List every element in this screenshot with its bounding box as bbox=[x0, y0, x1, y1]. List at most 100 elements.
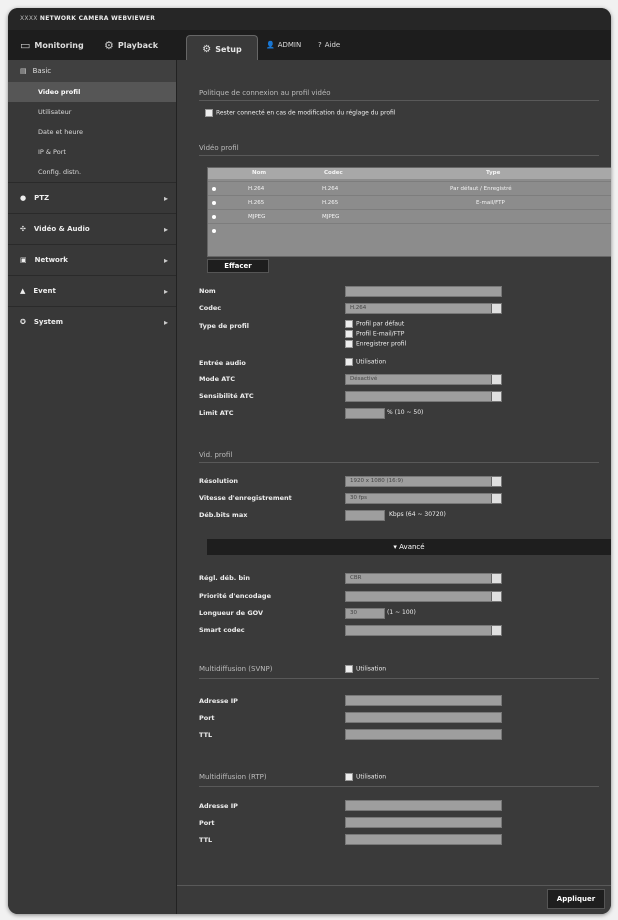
svnp-ttl-input[interactable] bbox=[345, 729, 502, 740]
resolution-select[interactable]: 1920 x 1080 (16:9) bbox=[345, 476, 502, 487]
atc-mode-select[interactable]: Désactivé bbox=[345, 374, 502, 385]
profile-type-option[interactable]: Enregistrer profil bbox=[345, 340, 406, 348]
row-radio[interactable] bbox=[212, 215, 216, 219]
table-row[interactable]: H.265 H.265 E-mail/FTP bbox=[208, 195, 611, 210]
column-header-codec: Codec bbox=[324, 170, 343, 176]
divider bbox=[199, 100, 599, 101]
row-radio[interactable] bbox=[212, 229, 216, 233]
row-radio[interactable] bbox=[212, 201, 216, 205]
profile-type-checkbox[interactable] bbox=[345, 330, 353, 338]
bitrate-control-value: CBR bbox=[350, 575, 362, 581]
atc-limit-input[interactable] bbox=[345, 408, 385, 419]
sidebar-menu-system[interactable]: ✪ System ▸ bbox=[8, 306, 176, 337]
sidebar-menu-ptz[interactable]: ● PTZ ▸ bbox=[8, 182, 176, 213]
atc-sensitivity-select[interactable] bbox=[345, 391, 502, 402]
advanced-toggle[interactable]: ▾ Avancé bbox=[207, 539, 611, 555]
rtp-ttl-input[interactable] bbox=[345, 834, 502, 845]
table-row[interactable] bbox=[208, 223, 611, 238]
rtp-ip-input[interactable] bbox=[345, 800, 502, 811]
sidebar-menu-label: Vidéo & Audio bbox=[33, 225, 90, 233]
column-header-type: Type bbox=[486, 170, 501, 176]
encoding-priority-select[interactable] bbox=[345, 591, 502, 602]
resolution-value: 1920 x 1080 (16:9) bbox=[350, 478, 404, 484]
profile-type-label: Type de profil bbox=[199, 322, 249, 330]
svnp-ttl-label: TTL bbox=[199, 731, 213, 739]
svnp-port-label: Port bbox=[199, 714, 215, 722]
chevron-right-icon: ▸ bbox=[163, 317, 168, 327]
playback-button[interactable]: ⚙ Playback bbox=[104, 37, 158, 54]
sidebar-item-video-profil[interactable]: Video profil bbox=[8, 82, 176, 102]
audio-input-checkbox[interactable] bbox=[345, 358, 353, 366]
setup-label: Setup bbox=[215, 44, 242, 54]
sidebar-item-label: IP & Port bbox=[38, 148, 66, 156]
smart-codec-select[interactable] bbox=[345, 625, 502, 636]
sidebar-menu-video-audio[interactable]: ✣ Vidéo & Audio ▸ bbox=[8, 213, 176, 244]
frame-rate-select[interactable]: 30 fps bbox=[345, 493, 502, 504]
audio-input-option[interactable]: Utilisation bbox=[345, 358, 386, 366]
monitoring-button[interactable]: ▭ Monitoring bbox=[20, 37, 84, 54]
help-link[interactable]: ? Aide bbox=[318, 41, 340, 49]
sidebar-header-basic[interactable]: ▤ Basic bbox=[8, 60, 176, 82]
multicast-rtp-enable[interactable]: Utilisation bbox=[345, 773, 386, 781]
resolution-label: Résolution bbox=[199, 477, 239, 485]
divider bbox=[199, 462, 599, 463]
title-bar: XXXX NETWORK CAMERA WEBVIEWER bbox=[8, 8, 611, 30]
sidebar-item-label: Utilisateur bbox=[38, 108, 72, 116]
setup-icon: ⚙ bbox=[202, 43, 212, 55]
setup-tab[interactable]: ⚙ Setup bbox=[186, 35, 258, 62]
multicast-svnp-enable[interactable]: Utilisation bbox=[345, 665, 386, 673]
sidebar-item-label: Date et heure bbox=[38, 128, 83, 136]
profile-type-checkbox[interactable] bbox=[345, 340, 353, 348]
multicast-rtp-title: Multidiffusion (RTP) bbox=[199, 773, 267, 781]
row-radio[interactable] bbox=[212, 187, 216, 191]
profile-type-option-label: Profil E-mail/FTP bbox=[356, 330, 405, 338]
sidebar-item-utilisateur[interactable]: Utilisateur bbox=[8, 102, 176, 122]
help-label: Aide bbox=[324, 41, 341, 49]
app-title-text: NETWORK CAMERA WEBVIEWER bbox=[39, 15, 156, 22]
svnp-port-input[interactable] bbox=[345, 712, 502, 723]
multicast-rtp-checkbox[interactable] bbox=[345, 773, 353, 781]
gov-length-label: Longueur de GOV bbox=[199, 609, 264, 617]
top-navigation: ▭ Monitoring ⚙ Playback ⚙ Setup 👤 ADMIN … bbox=[8, 30, 611, 62]
sidebar-menu-event[interactable]: ▲ Event ▸ bbox=[8, 275, 176, 306]
gov-length-value: 30 bbox=[350, 610, 357, 616]
policy-checkbox[interactable] bbox=[205, 109, 213, 117]
app-title-prefix: XXXX bbox=[20, 15, 38, 22]
profile-type-checkbox[interactable] bbox=[345, 320, 353, 328]
row-name: H.264 bbox=[248, 186, 265, 192]
sidebar-item-config-distn[interactable]: Config. distn. bbox=[8, 162, 176, 182]
audio-input-label: Entrée audio bbox=[199, 359, 246, 367]
vid-profil-section-title: Vid. profil bbox=[199, 451, 233, 459]
monitor-icon: ▭ bbox=[20, 39, 31, 52]
codec-select[interactable]: H.264 bbox=[345, 303, 502, 314]
apply-button[interactable]: Appliquer bbox=[547, 889, 605, 909]
sidebar-menu-network[interactable]: ▣ Network ▸ bbox=[8, 244, 176, 275]
row-name: H.265 bbox=[248, 200, 265, 206]
bitrate-control-select[interactable]: CBR bbox=[345, 573, 502, 584]
ptz-icon: ● bbox=[20, 194, 27, 202]
sidebar-item-ip-port[interactable]: IP & Port bbox=[8, 142, 176, 162]
profile-type-option[interactable]: Profil E-mail/FTP bbox=[345, 330, 404, 338]
frame-rate-label: Vitesse d'enregistrement bbox=[199, 494, 292, 502]
multicast-svnp-checkbox[interactable] bbox=[345, 665, 353, 673]
policy-checkbox-row[interactable]: Rester connecté en cas de modification d… bbox=[205, 109, 396, 117]
max-bitrate-input[interactable] bbox=[345, 510, 385, 521]
svnp-ip-input[interactable] bbox=[345, 695, 502, 706]
delete-button[interactable]: Effacer bbox=[207, 259, 269, 273]
name-input[interactable] bbox=[345, 286, 502, 297]
table-row[interactable]: MJPEG MJPEG bbox=[208, 209, 611, 224]
profile-type-option[interactable]: Profil par défaut bbox=[345, 320, 404, 328]
network-icon: ▣ bbox=[20, 256, 27, 264]
gov-length-input[interactable]: 30 bbox=[345, 608, 385, 619]
system-icon: ✪ bbox=[20, 318, 26, 326]
atc-mode-label: Mode ATC bbox=[199, 375, 235, 383]
table-row[interactable]: H.264 H.264 Par défaut / Enregistré bbox=[208, 181, 611, 196]
atc-limit-label: Limit ATC bbox=[199, 409, 234, 417]
user-link[interactable]: 👤 ADMIN bbox=[266, 41, 301, 49]
max-bitrate-label: Déb.bits max bbox=[199, 511, 248, 519]
row-codec: MJPEG bbox=[322, 214, 340, 220]
sidebar-item-date-heure[interactable]: Date et heure bbox=[8, 122, 176, 142]
rtp-port-input[interactable] bbox=[345, 817, 502, 828]
row-type: E-mail/FTP bbox=[476, 200, 505, 206]
user-label: ADMIN bbox=[277, 41, 302, 49]
